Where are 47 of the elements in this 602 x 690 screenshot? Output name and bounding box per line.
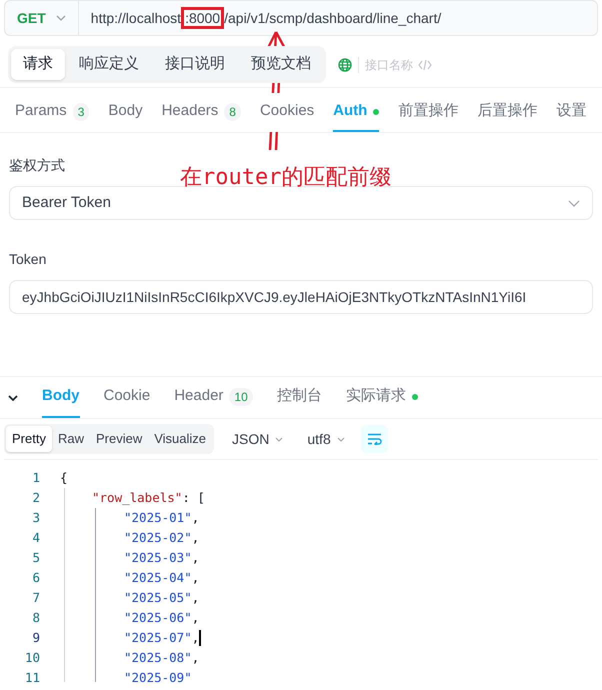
count-badge: 10 [229, 388, 253, 406]
chevron-down-icon [275, 436, 284, 442]
encoding-dropdown[interactable]: utf8 [301, 428, 351, 450]
collapse-chevron-icon[interactable] [8, 394, 18, 400]
count-badge: 3 [72, 102, 90, 120]
line-number: 6 [31, 568, 40, 587]
text-cursor [199, 630, 202, 646]
token-field[interactable]: eyJhbGciOiJIUzI1NiIsInR5cCI6IkpXVCJ9.eyJleHAiOjE3NTkyOTkzNTAsInN1YiI6I [9, 280, 593, 314]
count-badge: 8 [224, 102, 241, 120]
chevron-down-icon [336, 436, 345, 442]
code-line: "2025-07", [124, 628, 200, 647]
auth-type-select[interactable]: Bearer Token [9, 186, 593, 220]
url-field[interactable]: http://localhost :8000 /api/v1/scmp/dashboard/line_chart/ [78, 8, 597, 28]
code-line: "2025-05", [124, 588, 200, 607]
line-number: 8 [31, 608, 40, 627]
code-icon[interactable] [418, 58, 432, 70]
line-number: 1 [31, 468, 40, 487]
code-line: "2025-09" [124, 668, 192, 687]
line-number: 5 [31, 548, 40, 567]
code-line: "2025-08", [124, 648, 200, 667]
view-mode-tab[interactable]: Pretty [6, 426, 52, 452]
code-line: { [60, 468, 68, 487]
view-mode-tab[interactable]: Visualize [148, 426, 212, 452]
format-dropdown[interactable]: JSON [224, 428, 292, 450]
line-number: 2 [31, 488, 40, 507]
line-number: 11 [24, 668, 40, 687]
method-dropdown[interactable]: GET [5, 1, 79, 35]
line-number: 9 [31, 628, 40, 647]
code-line: "2025-03", [124, 548, 200, 567]
chevron-down-icon [568, 200, 580, 206]
globe-icon[interactable] [338, 58, 352, 72]
line-number: 7 [31, 588, 40, 607]
word-wrap-button[interactable] [360, 425, 388, 453]
view-mode-tab[interactable]: Raw [52, 426, 90, 452]
code-line: "2025-04", [124, 568, 200, 587]
view-mode-tab[interactable]: Preview [90, 426, 148, 452]
line-number: 3 [31, 508, 40, 527]
wrap-icon [366, 433, 382, 445]
code-line: "row_labels": [ [92, 488, 205, 507]
code-line: "2025-06", [124, 608, 200, 627]
line-number: 4 [31, 528, 40, 547]
code-line: "2025-01", [124, 508, 200, 527]
line-number: 10 [24, 648, 40, 667]
code-line: "2025-02", [124, 528, 200, 547]
doc-tab[interactable]: 请求 [11, 49, 65, 80]
chevron-down-icon [56, 15, 66, 21]
token-label: Token [9, 250, 48, 269]
